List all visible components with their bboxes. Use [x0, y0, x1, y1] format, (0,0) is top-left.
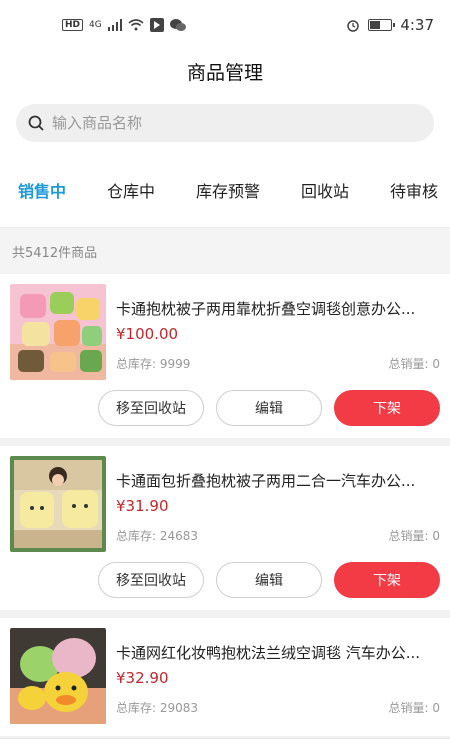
product-sales: 总销量: 0: [388, 529, 441, 543]
move-to-recycle-button[interactable]: 移至回收站: [98, 390, 204, 426]
search-input[interactable]: [52, 114, 412, 132]
status-tabs: 销售中 仓库中 库存预警 回收站 待审核: [0, 152, 450, 228]
search-icon: [28, 115, 44, 131]
tab-pending-review[interactable]: 待审核: [390, 178, 438, 202]
hd-icon: HD: [62, 19, 84, 31]
nav-orders-icon[interactable]: [270, 739, 292, 749]
product-image[interactable]: [10, 284, 106, 380]
nav-home-icon[interactable]: [45, 739, 67, 749]
nav-profile-icon[interactable]: [383, 739, 405, 749]
product-card: 卡通网红化妆鸭抱枕法兰绒空调毯 汽车办公... ¥32.90 总库存: 2908…: [0, 618, 450, 736]
status-time: 4:37: [400, 16, 434, 34]
bottom-nav: [0, 738, 450, 750]
app-icon: [149, 18, 164, 32]
product-sales: 总销量: 0: [388, 701, 441, 715]
edit-button[interactable]: 编辑: [216, 562, 322, 598]
nav-products-icon[interactable]: [158, 739, 180, 749]
signal-icon: [107, 19, 122, 31]
edit-button[interactable]: 编辑: [216, 390, 322, 426]
product-image[interactable]: [10, 456, 106, 552]
status-left: HD 4G: [62, 18, 186, 32]
alarm-icon: [347, 20, 360, 32]
product-price: ¥100.00: [116, 325, 179, 343]
product-price: ¥32.90: [116, 669, 169, 687]
product-title[interactable]: 卡通网红化妆鸭抱枕法兰绒空调毯 汽车办公...: [116, 642, 438, 663]
tab-warehouse[interactable]: 仓库中: [107, 178, 155, 202]
status-bar: HD 4G 4:37: [0, 0, 450, 50]
take-offline-button[interactable]: 下架: [334, 562, 440, 598]
status-right: 4:37: [346, 16, 434, 34]
product-info: 卡通网红化妆鸭抱枕法兰绒空调毯 汽车办公... ¥32.90 总库存: 2908…: [116, 628, 440, 724]
product-image[interactable]: [10, 628, 106, 724]
product-title[interactable]: 卡通面包折叠抱枕被子两用二合一汽车办公...: [116, 470, 438, 491]
search-bar[interactable]: [16, 104, 434, 142]
product-actions: 移至回收站 编辑 下架: [10, 390, 440, 426]
tab-stock-warning[interactable]: 库存预警: [196, 178, 260, 202]
wechat-icon: [169, 19, 186, 31]
product-count: 共5412件商品: [0, 228, 450, 274]
take-offline-button[interactable]: 下架: [334, 390, 440, 426]
page-title: 商品管理: [0, 50, 450, 92]
product-info: 卡通面包折叠抱枕被子两用二合一汽车办公... ¥31.90 总库存: 24683…: [116, 456, 440, 552]
product-stock: 总库存: 9999: [116, 357, 191, 371]
wifi-icon: [128, 19, 144, 31]
tab-recycle-bin[interactable]: 回收站: [301, 178, 349, 202]
product-title[interactable]: 卡通抱枕被子两用靠枕折叠空调毯创意办公...: [116, 298, 438, 319]
product-card: 卡通面包折叠抱枕被子两用二合一汽车办公... ¥31.90 总库存: 24683…: [0, 446, 450, 610]
move-to-recycle-button[interactable]: 移至回收站: [98, 562, 204, 598]
product-card: 卡通抱枕被子两用靠枕折叠空调毯创意办公... ¥100.00 总库存: 9999…: [0, 274, 450, 438]
product-stock: 总库存: 24683: [116, 529, 199, 543]
tab-on-sale[interactable]: 销售中: [18, 178, 66, 202]
battery-icon: [368, 19, 396, 31]
product-price: ¥31.90: [116, 497, 169, 515]
network-label: 4G: [89, 20, 102, 30]
product-actions: 移至回收站 编辑 下架: [10, 562, 440, 598]
product-stock: 总库存: 29083: [116, 701, 199, 715]
product-info: 卡通抱枕被子两用靠枕折叠空调毯创意办公... ¥100.00 总库存: 9999…: [116, 284, 440, 380]
page: HD 4G 4:37 商品管理 销售中 仓库中 库存预警 回收站 待审核 共54…: [0, 0, 450, 750]
search-area: [0, 92, 450, 152]
product-sales: 总销量: 0: [388, 357, 441, 371]
